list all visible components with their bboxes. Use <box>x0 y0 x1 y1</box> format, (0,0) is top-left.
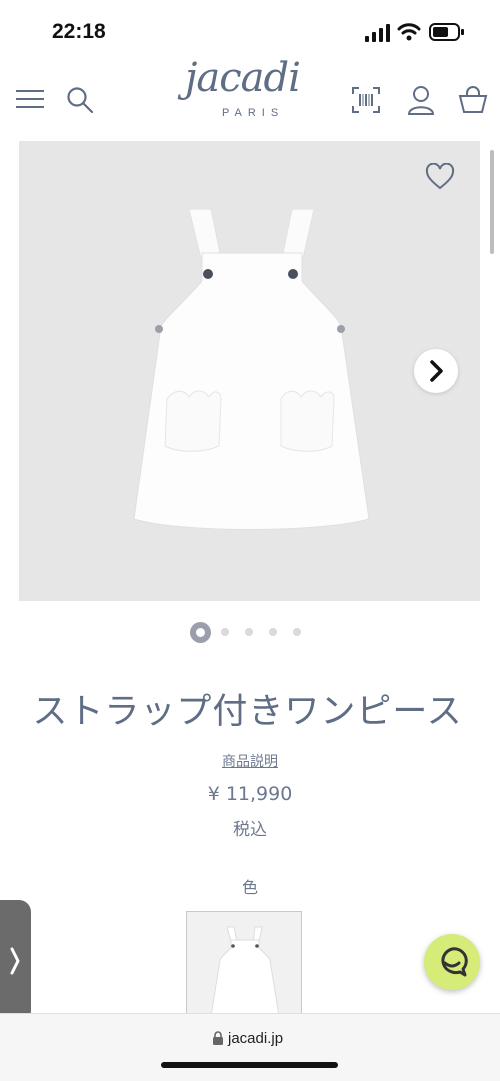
gallery-dot[interactable] <box>221 628 229 636</box>
wifi-icon <box>397 23 421 41</box>
search-icon[interactable] <box>66 86 94 114</box>
browser-bottom-bar <box>0 1013 500 1081</box>
brand-logo-sub: PARIS <box>222 107 285 119</box>
chat-button[interactable] <box>424 934 480 990</box>
product-image-dress <box>133 208 370 530</box>
side-drawer-tab[interactable] <box>0 900 31 1023</box>
menu-icon[interactable] <box>16 88 44 110</box>
status-time: 22:18 <box>52 20 106 43</box>
product-price: ¥ 11,990 <box>207 783 293 805</box>
gallery-dot-active[interactable] <box>190 622 211 643</box>
gallery-dot[interactable] <box>245 628 253 636</box>
url-address[interactable]: jacadi.jp <box>228 1030 283 1047</box>
tax-note: 税込 <box>233 820 267 840</box>
next-image-button[interactable] <box>414 349 458 393</box>
battery-icon <box>429 23 464 41</box>
gallery-dot[interactable] <box>293 628 301 636</box>
chevron-right-icon <box>430 360 443 382</box>
product-description-link[interactable]: 商品説明 <box>0 751 500 771</box>
gallery-dot[interactable] <box>269 628 277 636</box>
signal-icon <box>365 24 390 42</box>
home-indicator[interactable] <box>161 1062 338 1068</box>
color-label: 色 <box>241 878 258 897</box>
chevron-right-icon <box>10 947 20 975</box>
cart-icon[interactable] <box>458 84 488 114</box>
account-icon[interactable] <box>407 85 435 115</box>
product-title: ストラップ付きワンピース <box>32 692 463 732</box>
page-scrollbar[interactable] <box>490 150 494 254</box>
brand-logo[interactable]: jacadi <box>185 55 301 101</box>
swatch-dress-thumbnail <box>210 926 280 1014</box>
barcode-scan-icon[interactable] <box>352 87 380 113</box>
favorite-heart-icon[interactable] <box>425 163 455 191</box>
chat-bubble-icon <box>441 947 468 977</box>
color-swatch[interactable] <box>186 911 302 1015</box>
lock-icon <box>213 1031 223 1045</box>
